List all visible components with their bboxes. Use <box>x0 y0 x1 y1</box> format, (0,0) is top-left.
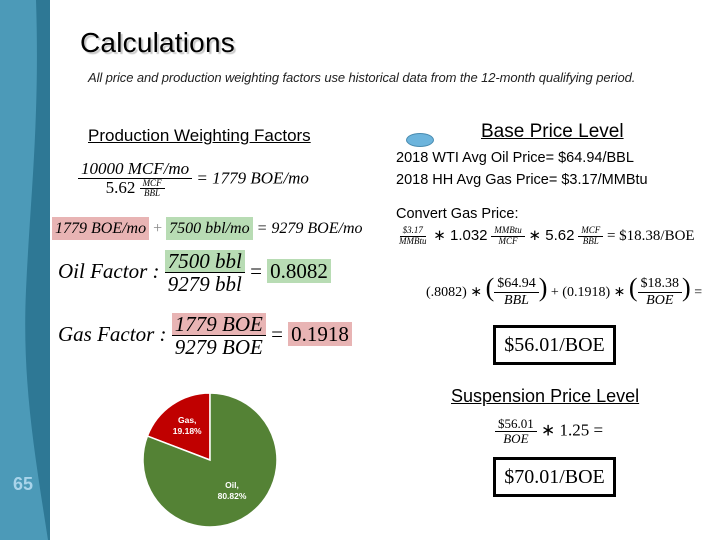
weighted-equals: = <box>694 285 703 300</box>
multiplier-2: ∗ 5.62 <box>528 227 575 244</box>
oil-factor-value: 0.8082 <box>267 258 331 283</box>
gas-factor-equals: = <box>271 321 283 346</box>
oil-production-term: 7500 bbl/mo <box>166 217 253 240</box>
gas-boe-result: = $18.38/BOE <box>606 228 695 244</box>
eq1-result: = 1779 BOE/mo <box>196 168 309 188</box>
slide-number: 65 <box>12 474 34 494</box>
convert-gas-label: Convert Gas Price: <box>396 206 519 222</box>
base-price-heading: Base Price Level <box>481 121 624 142</box>
gas-boe-num: $18.38 <box>637 277 683 293</box>
suspension-den: BOE <box>503 430 529 446</box>
oil-factor-denominator: 9279 bbl <box>167 272 242 297</box>
gas-price-line: 2018 HH Avg Gas Price= $3.17/MMBtu <box>396 172 648 188</box>
gas-factor-denominator: 9279 BOE <box>174 335 263 360</box>
page-title: Calculations <box>80 27 235 58</box>
production-weighting-heading: Production Weighting Factors <box>88 126 311 145</box>
multiplier-1: ∗ 1.032 <box>433 227 488 244</box>
oil-price-den: BBL <box>504 292 529 308</box>
sidebar-wave-shape <box>0 0 48 540</box>
ellipse-shape-icon <box>406 133 434 147</box>
eq1-den-unit-den: BBL <box>144 188 161 199</box>
weighted-price-equation: (.8082) ∗ ($64.94 BBL) + (0.1918) ∗ ($18.… <box>426 273 703 308</box>
suspension-num: $56.01 <box>495 417 537 432</box>
boe-conversion-equation: 10000 MCF/mo 5.62 MCF BBL = 1779 BOE/mo <box>78 160 309 199</box>
suspension-equation: $56.01 BOE ∗ 1.25 = <box>495 417 603 446</box>
eq1-numerator: 10000 MCF/mo <box>78 160 193 179</box>
suspension-multiplier: ∗ 1.25 = <box>541 420 604 440</box>
gas-factor-numerator: 1779 BOE <box>171 313 266 337</box>
oil-factor-label: Oil Factor : <box>58 258 160 283</box>
eq1-den-value: 5.62 <box>105 177 136 197</box>
bbl-den: BBL <box>582 235 599 246</box>
page-subtitle: All price and production weighting facto… <box>88 70 636 85</box>
plus-sign: + <box>153 220 163 237</box>
gas-production-term: 1779 BOE/mo <box>52 217 150 240</box>
gas-factor-equation: Gas Factor : 1779 BOE 9279 BOE = 0.1918 <box>58 313 352 359</box>
gas-weight: + (0.1918) ∗ <box>550 285 626 300</box>
gas-factor-label: Gas Factor : <box>58 321 167 346</box>
oil-weight: (.8082) ∗ <box>426 285 483 300</box>
gas-conversion-equation: $3.17 MMBtu ∗ 1.032 MMBtu MCF ∗ 5.62 MCF BB… <box>396 225 695 247</box>
total-production-result: = 9279 BOE/mo <box>256 220 363 237</box>
total-production-equation: 1779 BOE/mo + 7500 bbl/mo = 9279 BOE/mo <box>52 217 363 240</box>
mcf-den: MCF <box>498 235 518 246</box>
suspension-price-heading: Suspension Price Level <box>451 386 640 406</box>
sidebar-decoration: 65 <box>0 0 50 540</box>
suspension-price-result-box: $70.01/BOE <box>493 457 616 497</box>
oil-price-line: 2018 WTI Avg Oil Price= $64.94/BBL <box>396 150 634 166</box>
gas-price-den: MMBtu <box>399 235 427 246</box>
oil-price-num: $64.94 <box>494 277 539 293</box>
base-price-result-box: $56.01/BOE <box>493 325 616 365</box>
oil-factor-equals: = <box>250 258 262 283</box>
gas-factor-value: 0.1918 <box>288 321 352 346</box>
gas-boe-den: BOE <box>646 292 674 308</box>
production-pie-chart: Gas, 19.18%Oil, 80.82% <box>142 392 278 528</box>
oil-factor-numerator: 7500 bbl <box>164 250 245 274</box>
oil-factor-equation: Oil Factor : 7500 bbl 9279 bbl = 0.8082 <box>58 250 331 296</box>
